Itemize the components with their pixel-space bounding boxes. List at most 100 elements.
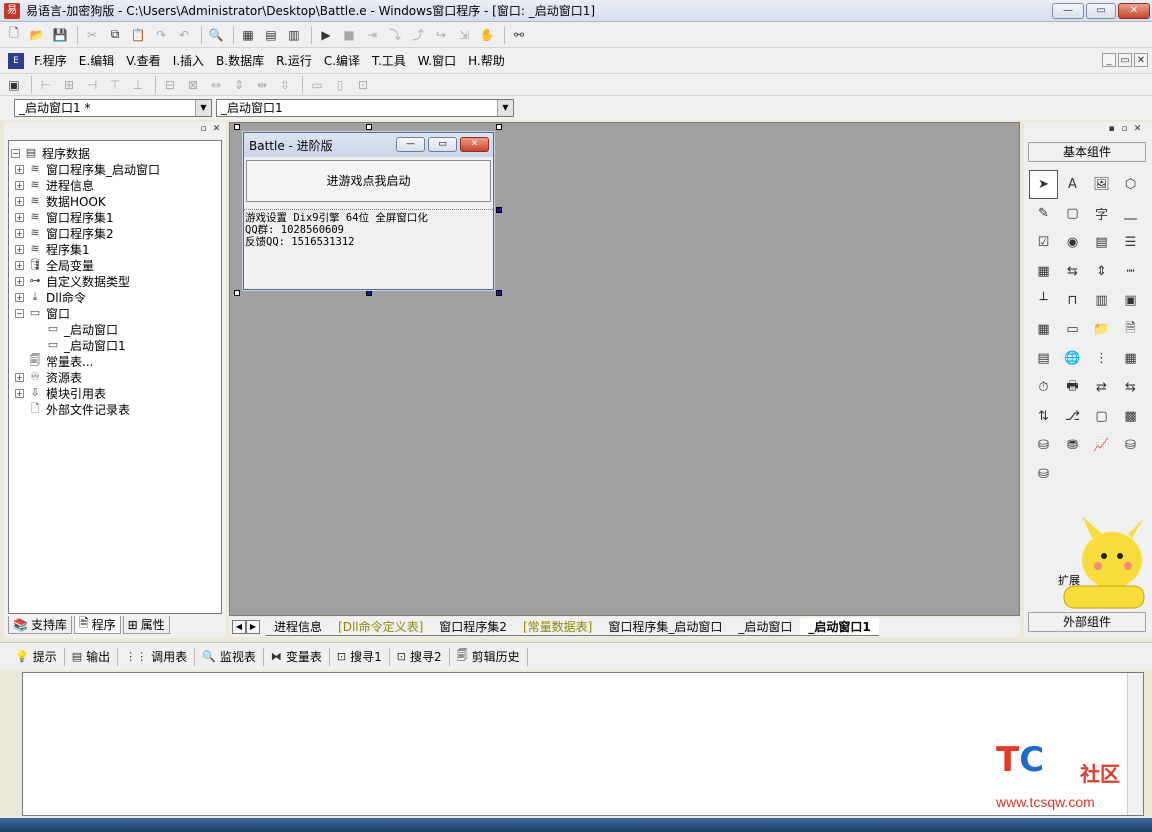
odbc2-icon[interactable]: ⛁: [1029, 460, 1058, 489]
dir-icon[interactable]: 📁: [1087, 315, 1116, 344]
center-horizontal-icon[interactable]: ⊟: [160, 75, 180, 95]
tab-search-2[interactable]: ⊡ 搜寻2: [390, 647, 450, 666]
run-icon[interactable]: ▶: [316, 25, 336, 45]
tree-item[interactable]: + 🛢 全局变量: [11, 257, 221, 273]
frame-icon[interactable]: ▢: [1087, 402, 1116, 431]
collapse-icon[interactable]: −: [11, 148, 20, 158]
redo-icon[interactable]: ↷: [151, 25, 171, 45]
expand-icon[interactable]: +: [15, 244, 24, 254]
menu-database[interactable]: B.数据库: [210, 52, 270, 69]
pipe-icon[interactable]: ⎇: [1058, 402, 1087, 431]
menu-tools[interactable]: T.工具: [366, 52, 412, 69]
db2-icon[interactable]: ⛃: [1058, 431, 1087, 460]
same-height-icon[interactable]: ⇕: [229, 75, 249, 95]
tab-start-window-1[interactable]: _启动窗口1: [800, 618, 879, 636]
center-vertical-icon[interactable]: ⊠: [183, 75, 203, 95]
net-icon[interactable]: ⇅: [1029, 402, 1058, 431]
tree-root[interactable]: − ▤ 程序数据: [11, 145, 221, 161]
menu-compile[interactable]: C.编译: [318, 52, 366, 69]
tab-support-library[interactable]: 📚 支持库: [8, 616, 72, 634]
mdi-restore-button[interactable]: ▭: [1118, 53, 1132, 67]
size-width-icon[interactable]: ▭: [307, 75, 327, 95]
maximize-button[interactable]: ▭: [1086, 3, 1116, 19]
size-height-icon[interactable]: ▯: [330, 75, 350, 95]
new-file-icon[interactable]: 🗋: [4, 25, 24, 45]
cut-icon[interactable]: ✂: [82, 25, 102, 45]
tab-search-1[interactable]: ⊡ 搜寻1: [330, 647, 390, 666]
radio-icon[interactable]: ◉: [1058, 228, 1087, 257]
db-icon[interactable]: ⛁: [1029, 431, 1058, 460]
hand-icon[interactable]: ✋: [477, 25, 497, 45]
link2-icon[interactable]: ⇆: [1116, 373, 1145, 402]
tree-item[interactable]: ▭ _启动窗口: [11, 321, 221, 337]
tree-item[interactable]: 🗋 外部文件记录表: [11, 401, 221, 417]
menu-program[interactable]: F.程序: [28, 52, 73, 69]
tab-constant-table[interactable]: [常量数据表]: [514, 618, 601, 636]
tab-process-info[interactable]: 进程信息: [266, 618, 331, 636]
toolbar-icon[interactable]: ▣: [1116, 286, 1145, 315]
image-box-icon[interactable]: ▢: [1058, 199, 1087, 228]
object-combo[interactable]: _启动窗口1 * ▼: [14, 99, 212, 117]
panel-close-icon[interactable]: ✕: [211, 124, 222, 135]
expand-icon[interactable]: +: [15, 180, 24, 190]
find-icon[interactable]: 🔍: [206, 25, 226, 45]
menu-window[interactable]: W.窗口: [412, 52, 462, 69]
panel-close-icon[interactable]: ✕: [1132, 124, 1143, 135]
line-icon[interactable]: ⎽: [1116, 199, 1145, 228]
tree-item[interactable]: + ⇩ 模块引用表: [11, 385, 221, 401]
tree-item[interactable]: + ⤓ Dll命令: [11, 289, 221, 305]
tree-item[interactable]: − ▭ 窗口: [11, 305, 221, 321]
tab-watch[interactable]: 🔍 监视表: [195, 647, 264, 666]
expand-icon[interactable]: +: [15, 228, 24, 238]
file-icon[interactable]: 🗎: [1116, 315, 1145, 344]
tree-item[interactable]: + ⊶ 自定义数据类型: [11, 273, 221, 289]
resize-handle[interactable]: [366, 290, 372, 296]
mdi-minimize-button[interactable]: _: [1102, 53, 1116, 67]
menu-help[interactable]: H.帮助: [462, 52, 511, 69]
tab-program[interactable]: 🗎 程序: [73, 616, 121, 634]
step-icon[interactable]: ⇥: [362, 25, 382, 45]
open-folder-icon[interactable]: 📂: [27, 25, 47, 45]
stop-icon[interactable]: ■: [339, 25, 359, 45]
timer-icon[interactable]: ⏱: [1029, 373, 1058, 402]
external-components-header[interactable]: 外部组件: [1028, 612, 1146, 632]
spin-icon[interactable]: ⇕: [1087, 257, 1116, 286]
output-area[interactable]: [22, 672, 1144, 816]
calendar-icon[interactable]: ▦: [1116, 344, 1145, 373]
step-out-icon[interactable]: ⤴: [408, 25, 428, 45]
menu-edit[interactable]: E.编辑: [73, 52, 120, 69]
step-into-icon[interactable]: ⤵: [385, 25, 405, 45]
tab-dll-table[interactable]: [Dll命令定义表]: [330, 618, 432, 636]
tab-variables[interactable]: ⧓ 变量表: [264, 647, 330, 666]
same-width-icon[interactable]: ⇔: [206, 75, 226, 95]
form-icon[interactable]: ▣: [4, 75, 24, 95]
expand-icon[interactable]: +: [15, 212, 24, 222]
expand-icon[interactable]: +: [15, 292, 24, 302]
layout-grid-icon[interactable]: ▥: [284, 25, 304, 45]
launch-game-button[interactable]: 进游戏点我启动: [246, 160, 491, 202]
undo-icon[interactable]: ↶: [174, 25, 194, 45]
tab-call-stack[interactable]: ⋮⋮ 调用表: [118, 647, 196, 666]
space-vertical-icon[interactable]: ⇳: [275, 75, 295, 95]
tree-item[interactable]: + ≋ 窗口程序集2: [11, 225, 221, 241]
align-top-icon[interactable]: ⊤: [105, 75, 125, 95]
grid-icon[interactable]: ▦: [1029, 315, 1058, 344]
space-horizontal-icon[interactable]: ⇹: [252, 75, 272, 95]
button-icon[interactable]: ▭: [1058, 315, 1087, 344]
text-zi-icon[interactable]: 字: [1087, 199, 1116, 228]
tab-scroll-left-icon[interactable]: ◀: [232, 620, 246, 634]
menu-logo-icon[interactable]: E: [8, 52, 24, 69]
panel-float-icon[interactable]: ▫: [1119, 124, 1130, 135]
expand-icon[interactable]: +: [15, 164, 24, 174]
tab-scroll-right-icon[interactable]: ▶: [246, 620, 260, 634]
menu-run[interactable]: R.运行: [270, 52, 318, 69]
save-icon[interactable]: 💾: [50, 25, 70, 45]
basic-components-header[interactable]: 基本组件: [1028, 142, 1146, 162]
align-bottom-icon[interactable]: ⊥: [128, 75, 148, 95]
table-icon[interactable]: ▤: [1029, 344, 1058, 373]
tree-icon[interactable]: ⋮: [1087, 344, 1116, 373]
list-icon[interactable]: ☰: [1116, 228, 1145, 257]
pointer-icon[interactable]: ➤: [1029, 170, 1058, 199]
resize-handle[interactable]: [496, 290, 502, 296]
resize-handle[interactable]: [366, 124, 372, 130]
